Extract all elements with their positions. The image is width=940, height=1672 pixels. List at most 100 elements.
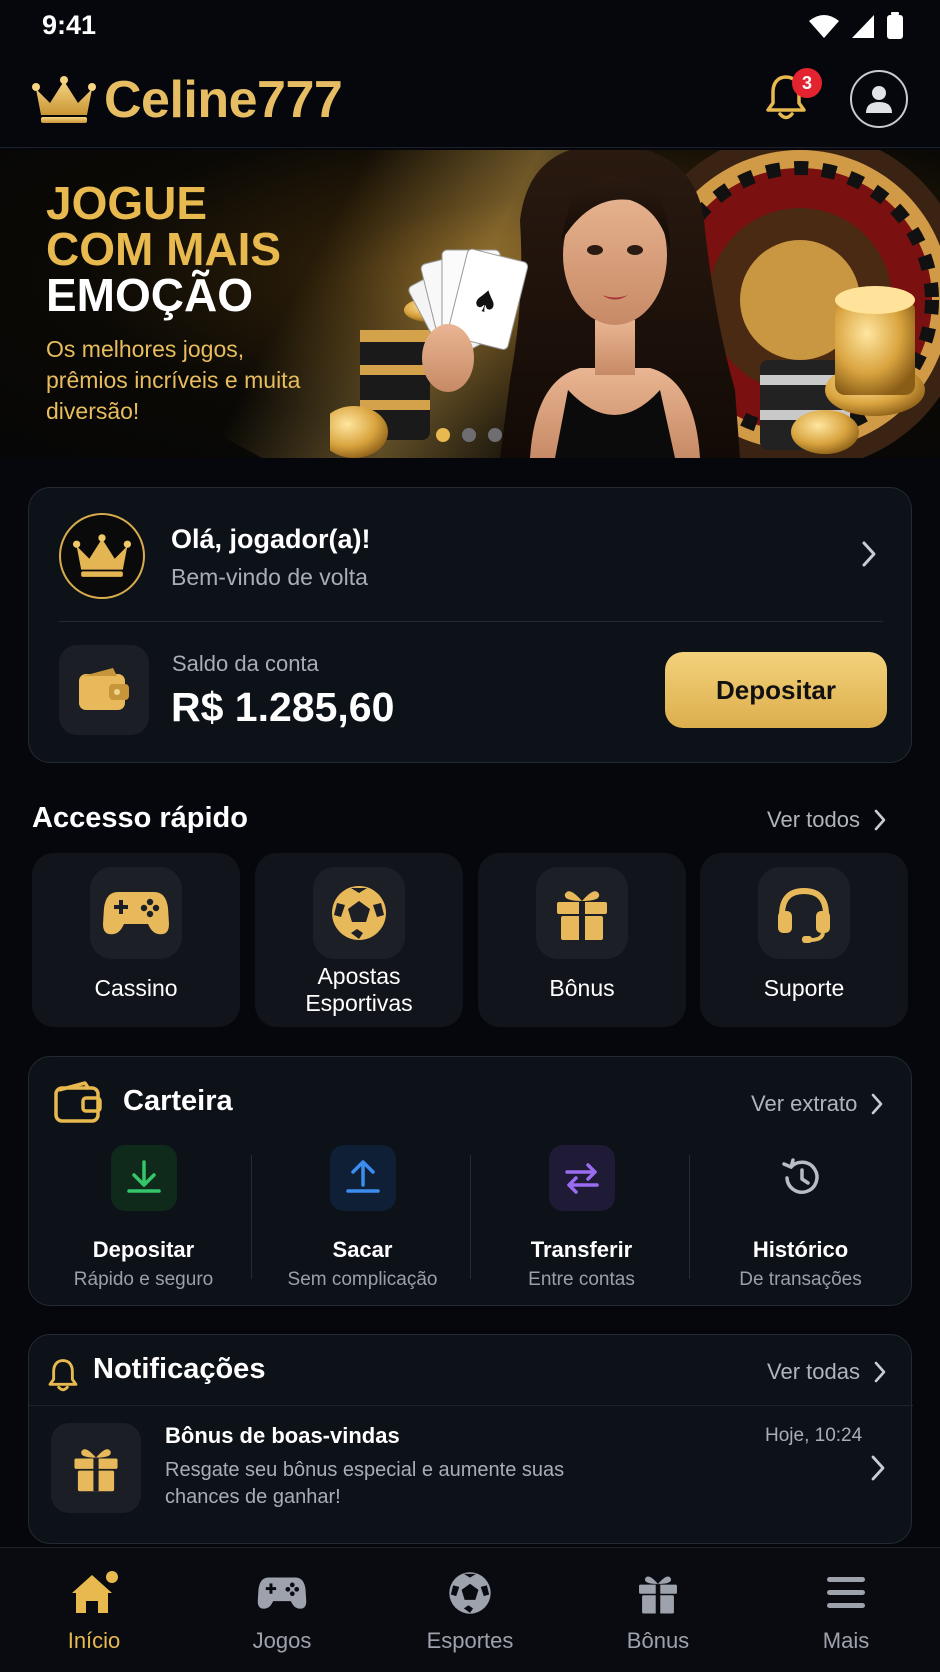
nav-games[interactable]: Jogos (188, 1548, 376, 1672)
banner-subtitle: Os melhores jogos, prêmios incríveis e m… (46, 336, 301, 424)
profile-button[interactable] (850, 70, 908, 128)
quick-label: Bônus (549, 975, 615, 1001)
status-bar: 9:41 (0, 0, 940, 52)
quick-label-line-2: Esportivas (305, 990, 413, 1016)
status-icons (808, 12, 904, 40)
upload-icon (346, 1160, 380, 1193)
nav-icon (447, 1568, 493, 1618)
balance-value: R$ 1.285,60 (171, 684, 395, 730)
chevron-right-icon[interactable] (861, 540, 877, 568)
banner-title-line-2: COM MAIS (46, 223, 282, 275)
action-icon-box (768, 1145, 834, 1211)
greeting-text: Olá, jogador(a)! (171, 524, 371, 554)
signal-icon (852, 15, 874, 38)
action-title: Transferir (530, 1237, 633, 1262)
nav-label: Jogos (252, 1628, 312, 1653)
action-icon-box (549, 1145, 615, 1211)
nav-label: Esportes (426, 1628, 514, 1653)
action-deposit[interactable]: Depositar Rápido e seguro (34, 1145, 253, 1290)
statement-link-label: Ver extrato (751, 1091, 858, 1116)
brand-logo[interactable]: Celine777 (32, 70, 343, 130)
notifications-button[interactable]: 3 (764, 68, 822, 128)
notification-time: Hoje, 10:24 (765, 1425, 863, 1446)
gift-icon (74, 1449, 118, 1492)
soccer-ball-icon (449, 1572, 491, 1614)
nav-more[interactable]: Mais (752, 1548, 940, 1672)
banner-title: JOGUE COM MAIS EMOÇÃO (46, 180, 281, 318)
action-title: Depositar (92, 1237, 195, 1262)
nav-label: Bônus (626, 1628, 690, 1653)
notifications-title: Notificações (93, 1353, 266, 1385)
quick-icon-box (313, 867, 405, 959)
divider (59, 621, 883, 622)
divider (29, 1405, 913, 1406)
action-title: Sacar (332, 1237, 393, 1262)
quick-tile-support[interactable]: Suporte (700, 853, 908, 1027)
action-transfer[interactable]: Transferir Entre contas (472, 1145, 691, 1290)
brand-name: Celine777 (104, 71, 343, 129)
carousel-dot[interactable] (488, 428, 502, 442)
carousel-dots (436, 428, 502, 442)
promo-banner[interactable]: ♠ JOGUE COM MAIS EMOÇÃO Os melhores jogo… (0, 150, 940, 458)
user-icon (866, 86, 892, 113)
chevron-right-icon (871, 1455, 885, 1481)
action-icon-box (111, 1145, 177, 1211)
quick-tile-bonus[interactable]: Bônus (478, 853, 686, 1027)
banner-title-line-3: EMOÇÃO (46, 269, 253, 321)
gamepad-icon (257, 1577, 307, 1609)
deposit-button[interactable]: Depositar (665, 652, 887, 728)
wallet-icon (54, 1081, 102, 1123)
carousel-dot[interactable] (436, 428, 450, 442)
gift-icon (557, 891, 607, 940)
quick-tile-sports[interactable]: Apostas Esportivas (255, 853, 463, 1027)
quick-icon-box (758, 867, 850, 959)
notifications-see-all[interactable]: Ver todas (767, 1359, 886, 1385)
app-header: Celine777 3 (0, 52, 940, 148)
quick-icon-box (90, 867, 182, 959)
quick-tile-casino[interactable]: Cassino (32, 853, 240, 1027)
nav-icon (636, 1568, 680, 1618)
action-history[interactable]: Histórico De transações (691, 1145, 910, 1290)
action-withdraw[interactable]: Sacar Sem complicação (253, 1145, 472, 1290)
transfer-icon (565, 1163, 599, 1194)
notification-badge: 3 (792, 68, 822, 98)
nav-sports[interactable]: Esportes (376, 1548, 564, 1672)
nav-home[interactable]: Início (0, 1548, 188, 1672)
bell-icon (48, 1359, 78, 1392)
quick-label-line-1: Apostas (317, 963, 401, 989)
action-icon-box (330, 1145, 396, 1211)
nav-label: Mais (822, 1628, 870, 1653)
see-all-label: Ver todas (767, 1359, 860, 1384)
gift-icon-box (51, 1423, 141, 1513)
quick-access-see-all[interactable]: Ver todos (767, 807, 886, 833)
greeting-subtitle: Bem-vindo de volta (171, 564, 368, 590)
crown-icon (32, 76, 96, 123)
action-subtitle: Rápido e seguro (73, 1269, 214, 1290)
action-subtitle: Sem complicação (287, 1269, 438, 1290)
notification-body: Resgate seu bônus especial e aumente sua… (165, 1459, 565, 1508)
balance-label: Saldo da conta (172, 651, 319, 676)
wallet-title: Carteira (123, 1085, 233, 1117)
banner-illustration: ♠ (330, 150, 940, 458)
carousel-dot[interactable] (462, 428, 476, 442)
action-subtitle: De transações (739, 1269, 862, 1290)
nav-bonus[interactable]: Bônus (564, 1548, 752, 1672)
chevron-right-icon (872, 1093, 883, 1115)
statement-link[interactable]: Ver extrato (751, 1091, 883, 1117)
action-title: Histórico (752, 1237, 849, 1262)
action-subtitle: Entre contas (528, 1269, 635, 1290)
wifi-icon (809, 15, 839, 38)
history-icon (782, 1158, 819, 1194)
divider (251, 1155, 252, 1279)
chevron-right-icon (874, 809, 886, 831)
download-icon (127, 1160, 161, 1193)
see-all-label: Ver todos (767, 807, 860, 832)
battery-icon (887, 12, 903, 39)
soccer-ball-icon (332, 886, 386, 940)
divider (470, 1155, 471, 1279)
quick-icon-box (536, 867, 628, 959)
wallet-icon-box (59, 645, 149, 735)
notifications-card: Notificações Ver todas Bônus de boas-vin… (28, 1334, 913, 1544)
headset-icon (778, 887, 830, 943)
quick-label: Cassino (94, 975, 178, 1001)
